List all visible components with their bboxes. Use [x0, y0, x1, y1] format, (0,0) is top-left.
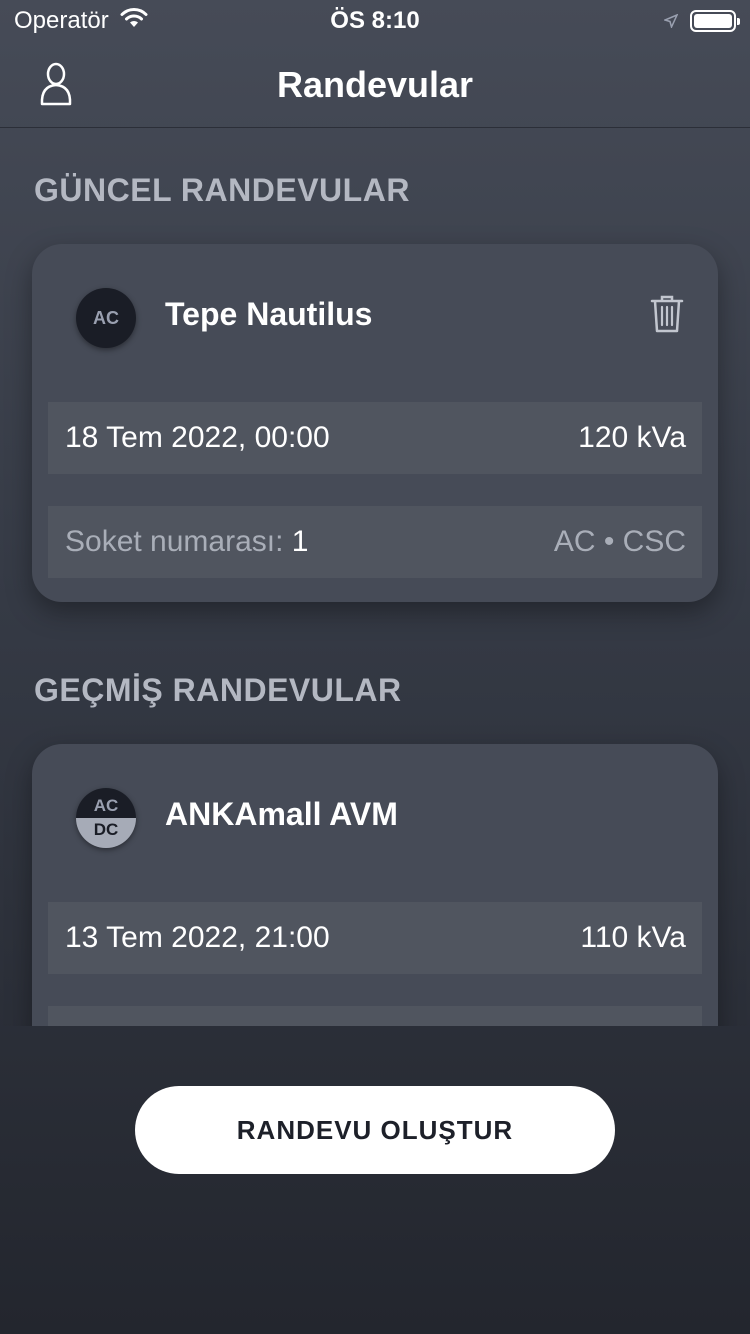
connector-type: AC • CSC: [553, 525, 686, 558]
battery-icon: [690, 10, 740, 32]
wifi-icon: [119, 7, 149, 36]
page-title: Randevular: [276, 63, 474, 105]
station-name: ANKAmall AVM: [165, 796, 398, 832]
badge-dc: DC: [93, 820, 119, 839]
status-right: [662, 7, 740, 35]
current-appointment-card[interactable]: AC Tepe Nautilus 18 Tem 2022, 00:00 120 …: [32, 244, 718, 602]
connector-type-badge: AC: [76, 288, 136, 348]
past-appointment-card[interactable]: AC DC ANKAmall AVM 13 Tem 2022, 21:00 11…: [32, 744, 718, 1026]
create-appointment-button[interactable]: RANDEVU OLUŞTUR: [135, 1086, 615, 1174]
trash-icon: [650, 295, 684, 333]
status-left: Operatör: [14, 7, 149, 36]
power-value: 110 kVa: [580, 921, 686, 954]
power-value: 120 kVa: [578, 421, 686, 454]
socket-row: Soket numarası: 1 AC • CSC: [48, 506, 702, 578]
card-header: AC Tepe Nautilus: [32, 244, 718, 394]
current-section-title: GÜNCEL RANDEVULAR: [34, 172, 410, 208]
appointment-date: 13 Tem 2022, 21:00: [65, 921, 330, 954]
card-header: AC DC ANKAmall AVM: [32, 744, 718, 894]
appointment-date: 18 Tem 2022, 00:00: [65, 421, 330, 454]
connector-type-badge: AC DC: [76, 788, 136, 848]
appointments-list[interactable]: GÜNCEL RANDEVULAR AC Tepe Nautilus 18 Te…: [0, 128, 750, 1026]
profile-button[interactable]: [36, 62, 76, 106]
date-power-row: 18 Tem 2022, 00:00 120 kVa: [48, 402, 702, 474]
station-name: Tepe Nautilus: [165, 296, 373, 332]
socket-label: Soket numarası:: [65, 525, 284, 558]
past-section-title: GEÇMİŞ RANDEVULAR: [34, 672, 402, 708]
socket-info: Soket numarası: 1: [65, 525, 308, 559]
location-arrow-icon: [662, 7, 679, 35]
socket-number: 1: [291, 525, 309, 558]
badge-ac: AC: [93, 796, 119, 815]
status-bar: Operatör ÖS 8:10: [0, 0, 750, 42]
person-icon: [40, 62, 72, 106]
carrier-label: Operatör: [14, 7, 109, 34]
date-power-row: 13 Tem 2022, 21:00 110 kVa: [48, 902, 702, 974]
nav-bar: Randevular: [0, 42, 750, 128]
socket-row: [48, 1006, 702, 1026]
delete-button[interactable]: [650, 294, 684, 334]
